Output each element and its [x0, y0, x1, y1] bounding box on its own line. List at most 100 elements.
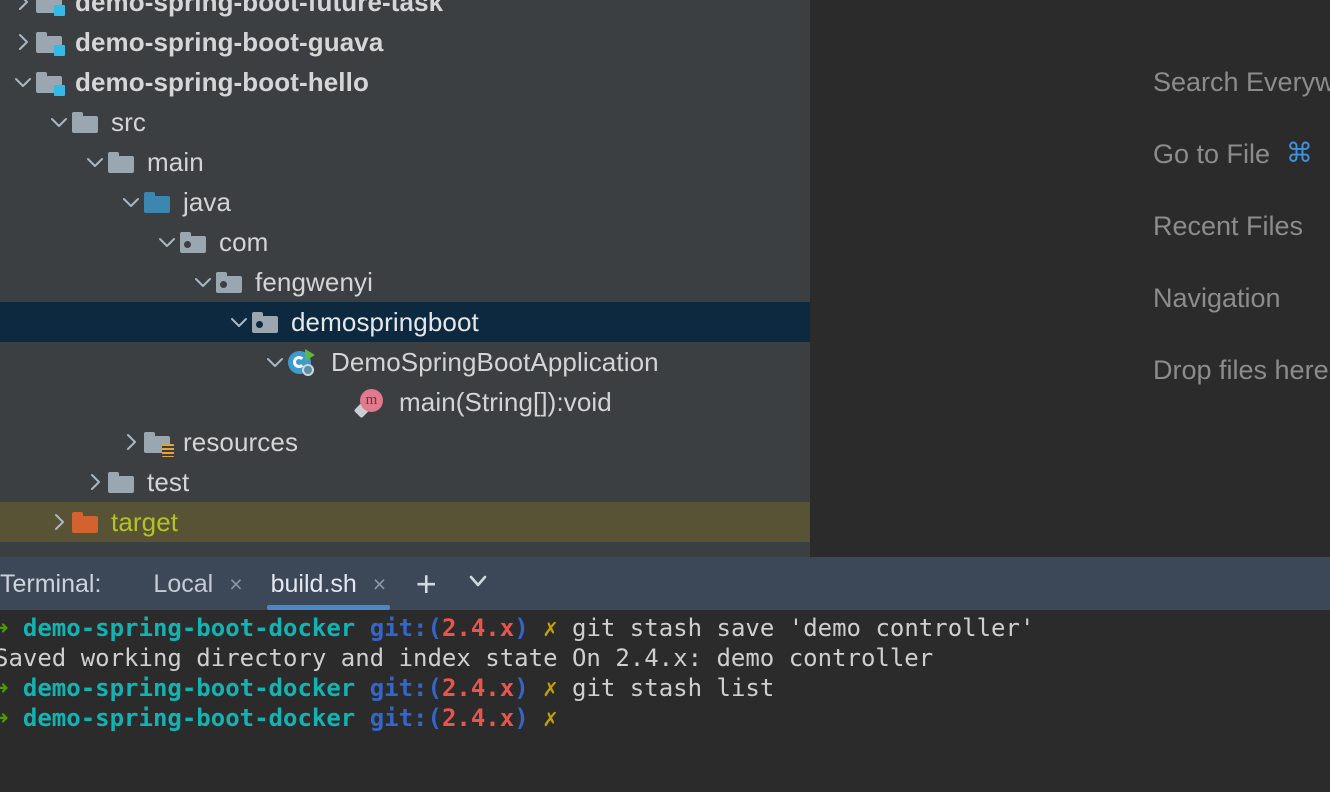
prompt-dirty-icon: ✗: [543, 674, 557, 702]
chevron-down-icon[interactable]: [82, 142, 108, 182]
prompt-git-suffix: ): [514, 614, 528, 642]
spring-boot-class-icon: [288, 342, 322, 382]
chevron-down-icon[interactable]: [262, 342, 288, 382]
ide-top-area: demo-spring-boot-future-task demo-spring-…: [0, 0, 1330, 557]
terminal-options-button[interactable]: [452, 557, 504, 610]
prompt-dirty-icon: ✗: [543, 614, 557, 642]
tree-row-com[interactable]: com: [0, 222, 810, 262]
source-folder-icon: [144, 182, 174, 222]
tab-build-sh[interactable]: build.sh ×: [257, 557, 401, 610]
resources-folder-icon: [144, 422, 174, 462]
chevron-right-icon[interactable]: [118, 422, 144, 462]
hint-go-to-file[interactable]: Go to File⌘: [1153, 118, 1330, 190]
tree-row-label: demospringboot: [282, 307, 479, 337]
module-folder-icon: [36, 0, 66, 22]
terminal-tab-label: build.sh: [271, 569, 357, 599]
terminal-tabs: Local × build.sh ×: [139, 557, 400, 610]
tree-spacer: [330, 382, 356, 422]
terminal-title: Terminal:: [0, 569, 101, 599]
tree-row-main-string-void[interactable]: mmain(String[]):void: [0, 382, 810, 422]
chevron-down-icon[interactable]: [46, 102, 72, 142]
package-icon: [180, 222, 210, 262]
prompt-directory: demo-spring-boot-docker: [23, 704, 355, 732]
prompt-git-branch: 2.4.x: [442, 614, 514, 642]
prompt-git-prefix: git:(: [370, 674, 442, 702]
tree-row-main[interactable]: main: [0, 142, 810, 182]
terminal-lines: ➜ demo-spring-boot-docker git:(2.4.x) ✗ …: [0, 613, 1330, 733]
hint-label: Recent Files: [1153, 210, 1303, 242]
chevron-right-icon[interactable]: [46, 502, 72, 542]
hint-search-everywhere[interactable]: Search Everywhere: [1153, 46, 1330, 118]
tab-local[interactable]: Local ×: [139, 557, 256, 610]
editor-area[interactable]: Search Everywhere Go to File⌘ Recent Files…: [810, 0, 1330, 557]
tree-row-demospringbootapplication[interactable]: DemoSpringBootApplication: [0, 342, 810, 382]
module-folder-icon: [36, 22, 66, 62]
chevron-down-icon[interactable]: [226, 302, 252, 342]
tree-row-demo-spring-boot-hello[interactable]: demo-spring-boot-hello: [0, 62, 810, 102]
module-folder-icon: [36, 62, 66, 102]
folder-icon: [108, 462, 138, 502]
folder-icon: [108, 142, 138, 182]
tree-row-label: fengwenyi: [246, 267, 373, 297]
method-icon: m: [356, 382, 390, 422]
tree-row-label: demo-spring-boot-hello: [66, 67, 369, 97]
prompt-git-branch: 2.4.x: [442, 674, 514, 702]
chevron-down-icon: [463, 566, 493, 601]
tree-row-label: test: [138, 467, 189, 497]
add-terminal-tab-button[interactable]: +: [400, 557, 452, 610]
close-icon[interactable]: ×: [373, 571, 386, 597]
tree-row-resources[interactable]: resources: [0, 422, 810, 462]
tree-row-label: DemoSpringBootApplication: [322, 347, 659, 377]
hint-drop-files[interactable]: Drop files here: [1153, 334, 1330, 406]
tree-row-src[interactable]: src: [0, 102, 810, 142]
plus-icon: +: [416, 566, 437, 602]
terminal-command: git stash list: [558, 674, 775, 702]
tree-row-label: java: [174, 187, 231, 217]
tree-row-demospringboot[interactable]: demospringboot: [0, 302, 810, 342]
tree-row-label: demo-spring-boot-future-task: [66, 0, 443, 17]
hint-recent-files[interactable]: Recent Files: [1153, 190, 1330, 262]
tree-row-label: main(String[]):void: [390, 387, 612, 417]
tree-row-label: src: [102, 107, 146, 137]
project-tool-window[interactable]: demo-spring-boot-future-task demo-spring-…: [0, 0, 810, 557]
excluded-folder-icon: [72, 502, 102, 542]
hint-navigation[interactable]: Navigation: [1153, 262, 1330, 334]
chevron-down-icon[interactable]: [10, 62, 36, 102]
terminal-output-text: Saved working directory and index state …: [0, 644, 933, 672]
terminal-output[interactable]: ➜ demo-spring-boot-docker git:(2.4.x) ✗ …: [0, 610, 1330, 792]
terminal-command: git stash save 'demo controller': [558, 614, 1035, 642]
close-icon[interactable]: ×: [229, 571, 242, 597]
tree-row-demo-spring-boot-guava[interactable]: demo-spring-boot-guava: [0, 22, 810, 62]
tree-row-java[interactable]: java: [0, 182, 810, 222]
prompt-git-prefix: git:(: [370, 614, 442, 642]
term-line-4: ➜ demo-spring-boot-docker git:(2.4.x) ✗: [0, 703, 1330, 733]
editor-hint-list: Search Everywhere Go to File⌘ Recent Files…: [1153, 46, 1330, 406]
hint-label: Navigation: [1153, 282, 1281, 314]
tree-row-fengwenyi[interactable]: fengwenyi: [0, 262, 810, 302]
tree-row-test[interactable]: test: [0, 462, 810, 502]
chevron-right-icon[interactable]: [10, 0, 36, 22]
folder-icon: [72, 102, 102, 142]
chevron-right-icon[interactable]: [82, 462, 108, 502]
tree-row-label: target: [102, 507, 178, 537]
terminal-tab-label: Local: [153, 569, 213, 599]
terminal-tab-bar: Terminal: Local × build.sh × +: [0, 557, 1330, 610]
hint-label: Go to File: [1153, 138, 1270, 170]
prompt-git-suffix: ): [514, 704, 528, 732]
tree-row-demo-spring-boot-future-task[interactable]: demo-spring-boot-future-task: [0, 0, 810, 22]
term-line-2: Saved working directory and index state …: [0, 643, 1330, 673]
term-line-3: ➜ demo-spring-boot-docker git:(2.4.x) ✗ …: [0, 673, 1330, 703]
project-tree[interactable]: demo-spring-boot-future-task demo-spring-…: [0, 0, 810, 542]
tree-row-label: com: [210, 227, 268, 257]
chevron-down-icon[interactable]: [118, 182, 144, 222]
prompt-directory: demo-spring-boot-docker: [23, 674, 355, 702]
chevron-right-icon[interactable]: [10, 22, 36, 62]
chevron-down-icon[interactable]: [154, 222, 180, 262]
chevron-down-icon[interactable]: [190, 262, 216, 302]
package-icon: [252, 302, 282, 342]
prompt-git-prefix: git:(: [370, 704, 442, 732]
hint-label: Search Everywhere: [1153, 66, 1330, 98]
tree-row-label: demo-spring-boot-guava: [66, 27, 383, 57]
term-line-1: ➜ demo-spring-boot-docker git:(2.4.x) ✗ …: [0, 613, 1330, 643]
tree-row-target[interactable]: target: [0, 502, 810, 542]
